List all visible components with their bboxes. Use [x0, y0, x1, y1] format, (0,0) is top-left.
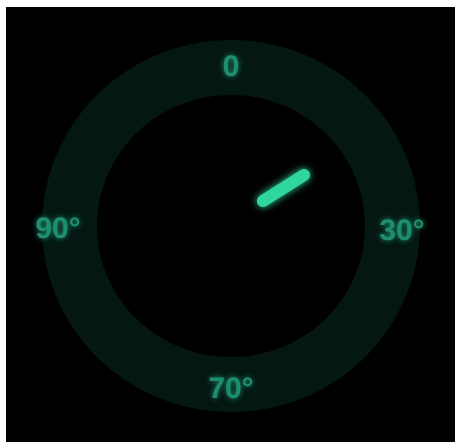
dial-needle[interactable]: [257, 169, 310, 207]
needle-layer: [257, 169, 310, 207]
dial-panel: 0 30° 70° 90°: [6, 7, 455, 442]
